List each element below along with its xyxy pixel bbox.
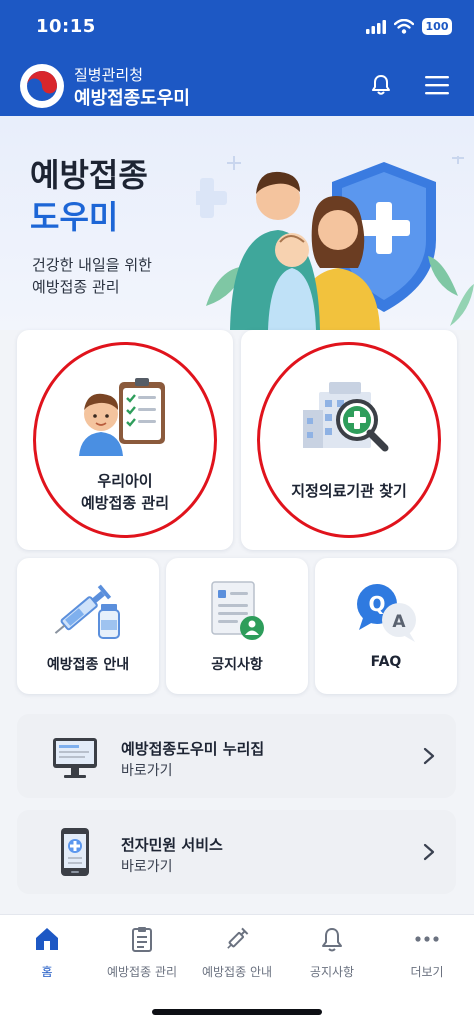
svg-text:Q: Q (368, 592, 385, 616)
notice-document-icon (211, 581, 264, 640)
website-link-row[interactable]: 예방접종도우미 누리집 바로가기 (17, 714, 456, 798)
app-bar: 질병관리청 예방접종도우미 (0, 56, 474, 112)
chevron-right-icon (423, 843, 435, 861)
app-header: 10:15 100 질병관리청 예방접종도우미 (0, 0, 474, 116)
hero-title-line2: 도우미 (30, 198, 119, 236)
nav-more-label: 더보기 (410, 965, 444, 979)
menu-button[interactable] (422, 70, 452, 100)
nav-more[interactable]: 더보기 (380, 925, 474, 991)
nav-vaccination-guide-label: 예방접종 안내 (201, 965, 273, 979)
syringe-icon (227, 927, 249, 949)
bell-icon (372, 75, 390, 95)
vaccination-guide-card[interactable]: 예방접종 안내 (17, 558, 159, 694)
app-subtitle: 질병관리청 (74, 66, 144, 84)
nav-notices[interactable]: 공지사항 (285, 925, 379, 991)
hero-description-line1: 건강한 내일을 위한 (32, 256, 152, 274)
notification-button[interactable] (366, 70, 396, 100)
home-indicator[interactable] (152, 1009, 322, 1015)
status-time: 10:15 (36, 16, 96, 37)
kdca-logo (20, 64, 64, 108)
find-clinic-card[interactable]: 지정의료기관 찾기 (241, 330, 457, 550)
smartphone-icon (61, 828, 89, 876)
find-clinic-label: 지정의료기관 찾기 (291, 482, 407, 500)
chevron-right-icon (423, 747, 435, 765)
bell-icon (322, 928, 342, 952)
nav-home[interactable]: 홈 (0, 925, 94, 991)
status-bar: 10:15 100 (0, 0, 474, 54)
syringe-vial-icon (54, 584, 120, 639)
status-icons: 100 (366, 18, 452, 35)
child-vaccination-label-line2: 예방접종 관리 (80, 494, 170, 512)
website-link-subtitle: 바로가기 (121, 763, 173, 779)
website-link-title: 예방접종도우미 누리집 (121, 740, 265, 758)
hamburger-menu-icon (425, 76, 449, 95)
nav-home-label: 홈 (41, 965, 53, 979)
vaccination-guide-label: 예방접종 안내 (46, 657, 130, 673)
e-civil-service-row[interactable]: 전자민원 서비스 바로가기 (17, 810, 456, 894)
e-civil-service-title: 전자민원 서비스 (121, 836, 223, 854)
notice-card[interactable]: 공지사항 (166, 558, 308, 694)
faq-label: FAQ (370, 654, 402, 670)
battery-indicator: 100 (422, 18, 452, 35)
child-vaccination-label-line1: 우리아이 (97, 472, 153, 490)
notice-label: 공지사항 (211, 657, 263, 673)
child-vaccination-card[interactable]: 우리아이 예방접종 관리 (17, 330, 233, 550)
qa-bubble-icon: Q A (357, 584, 416, 642)
home-icon (36, 928, 58, 950)
nav-vaccination-guide[interactable]: 예방접종 안내 (190, 925, 284, 991)
hero-banner: 예방접종 도우미 건강한 내일을 위한 예방접종 관리 (0, 116, 474, 330)
nav-vaccination-management[interactable]: 예방접종 관리 (95, 925, 189, 991)
clipboard-icon (132, 927, 152, 952)
monitor-icon (53, 738, 97, 778)
hero-description-line2: 예방접종 관리 (32, 278, 120, 296)
hospital-search-icon (303, 382, 389, 452)
app-title: 예방접종도우미 (74, 88, 190, 109)
nav-notices-label: 공지사항 (309, 965, 355, 979)
taegeuk-logo-icon (27, 71, 57, 101)
child-checklist-icon (79, 378, 165, 456)
nav-vaccination-management-label: 예방접종 관리 (106, 965, 178, 979)
family-shield-illustration (196, 156, 474, 330)
more-dots-icon (415, 936, 439, 942)
e-civil-service-subtitle: 바로가기 (121, 859, 173, 875)
faq-card[interactable]: Q A FAQ (315, 558, 457, 694)
wifi-icon (394, 19, 414, 34)
hero-title-line1: 예방접종 (30, 156, 148, 194)
bottom-navigation: 홈 예방접종 관리 예방접종 안내 공지사항 더보기 (0, 914, 474, 1024)
svg-text:A: A (392, 612, 406, 632)
signal-icon (366, 19, 386, 34)
